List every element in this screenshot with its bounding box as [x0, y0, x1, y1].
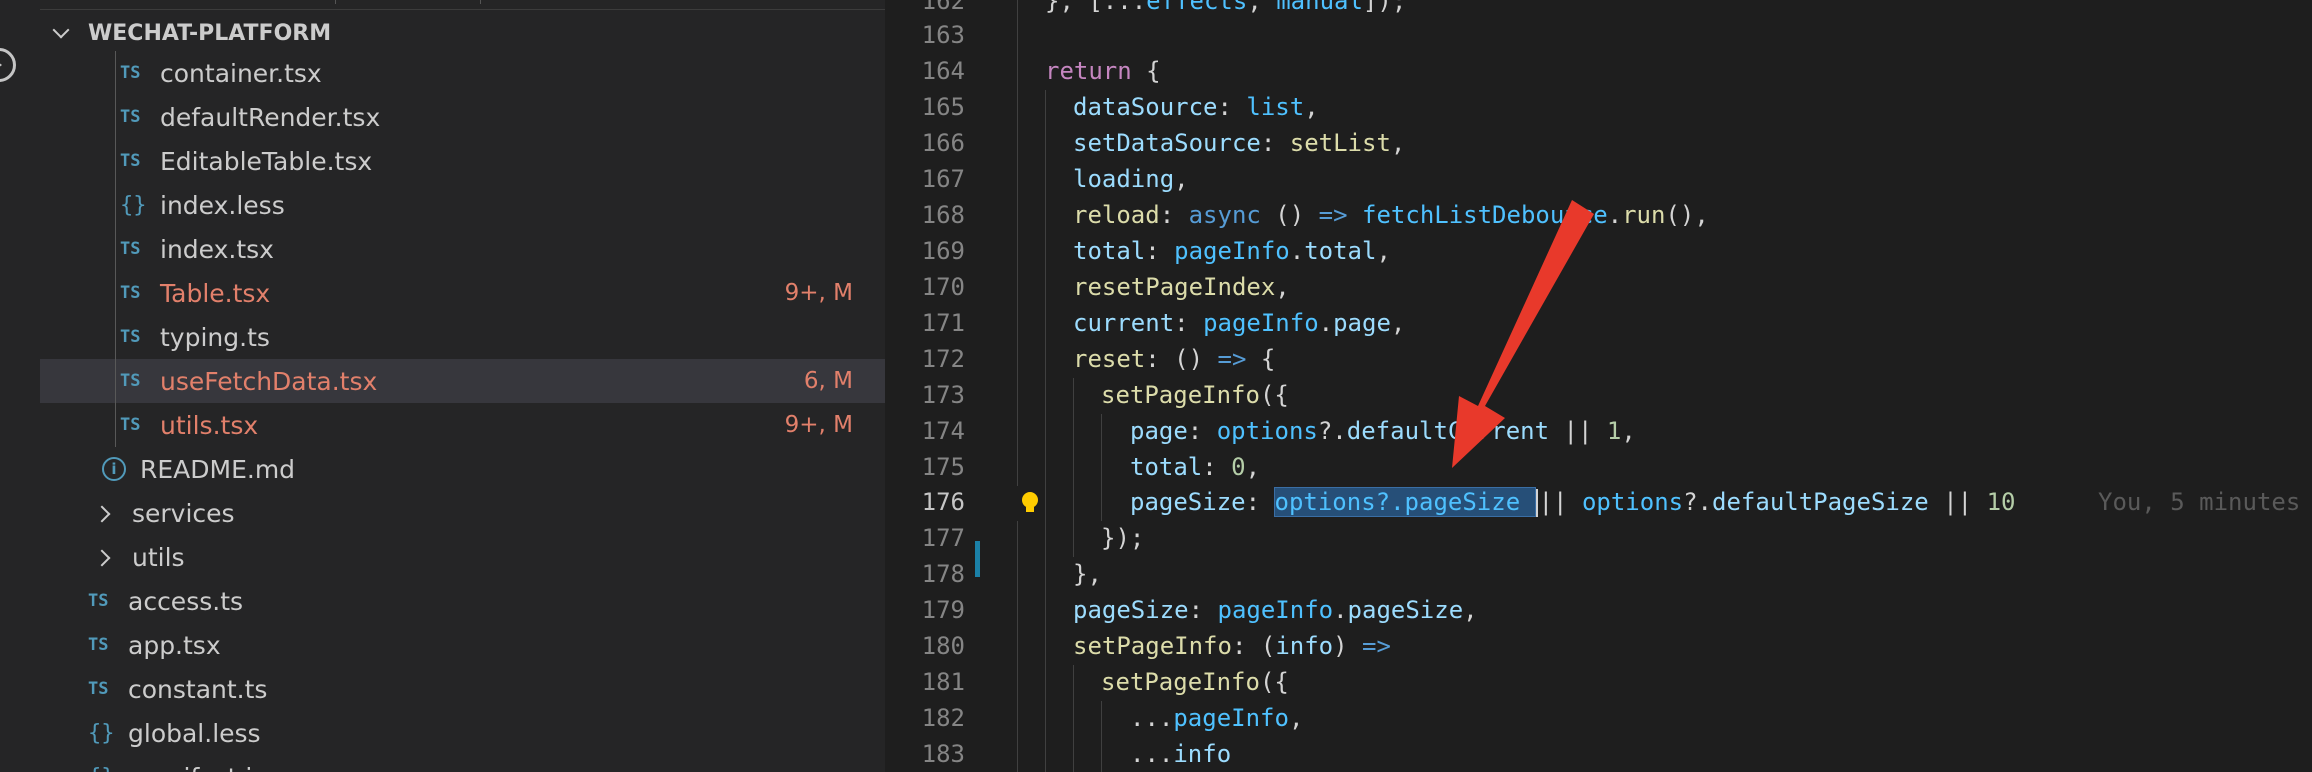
red-arrow-annotation [1452, 200, 1594, 468]
red-arrow-icon [1452, 200, 1594, 468]
